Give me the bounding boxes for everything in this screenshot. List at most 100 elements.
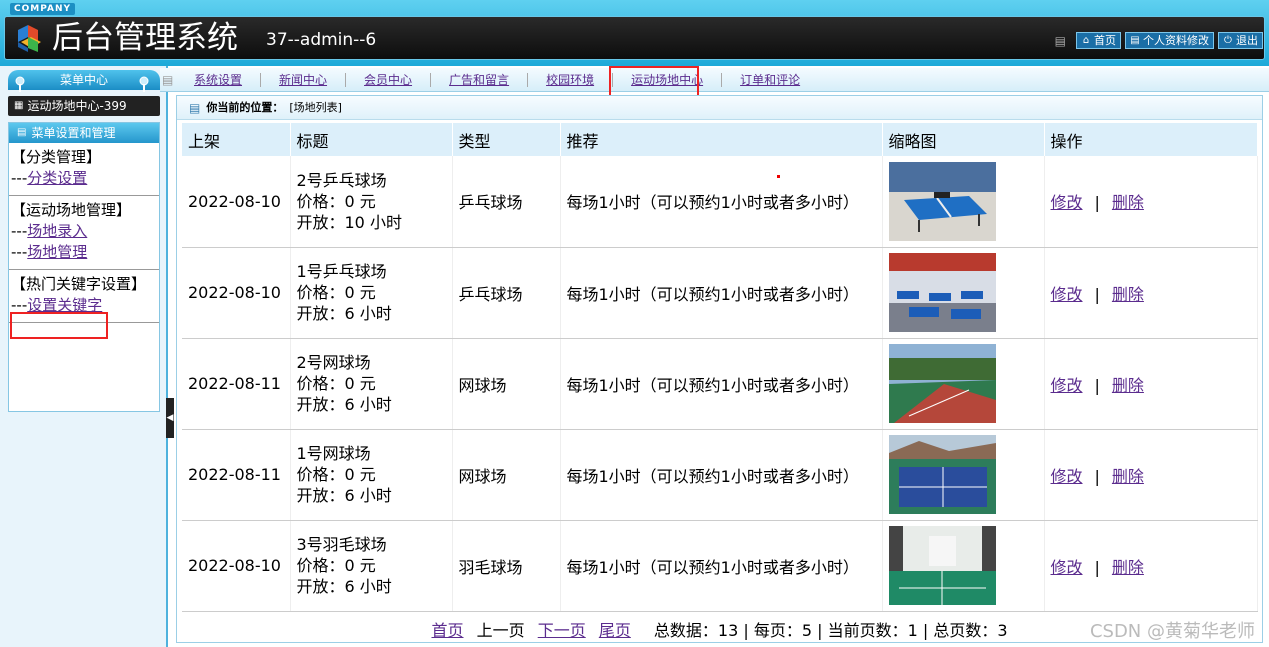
- menu-group-title: 【分类管理】: [11, 148, 102, 166]
- location-prefix: 你当前的位置：: [206, 100, 284, 114]
- row-type: 乒乓球场: [452, 156, 561, 248]
- row-open: 开放：10 小时: [296, 212, 402, 232]
- menu-group-title: 【热门关键字设置】: [11, 275, 147, 293]
- thumbnail-image: [888, 526, 996, 605]
- profile-label: 个人资料修改: [1143, 33, 1209, 47]
- menu-link-prefix: ---: [11, 169, 28, 187]
- venue-table: 上架 标题 类型 推荐 缩略图 操作 2022-08-10 2号乒乓球场 价格：…: [182, 123, 1258, 612]
- nav-members[interactable]: 会员中心: [346, 72, 432, 87]
- row-thumb-cell: [882, 520, 1045, 612]
- delete-link[interactable]: 删除: [1112, 467, 1144, 486]
- home-button[interactable]: ⌂ 首页: [1076, 32, 1121, 49]
- pager-last[interactable]: 尾页: [599, 621, 631, 640]
- row-name: 2号网球场: [296, 353, 371, 372]
- menu-link-venue-manage[interactable]: 场地管理: [27, 243, 87, 261]
- location-icon: ▤: [189, 100, 201, 115]
- pager-next[interactable]: 下一页: [538, 621, 586, 640]
- row-recommend: 每场1小时（可以预约1小时或者多小时）: [560, 520, 883, 612]
- col-header: 标题: [290, 123, 453, 156]
- col-header: 类型: [452, 123, 561, 156]
- logout-button[interactable]: ⏻ 退出: [1218, 32, 1263, 49]
- edit-link[interactable]: 修改: [1051, 193, 1083, 212]
- row-recommend: 每场1小时（可以预约1小时或者多小时）: [560, 338, 883, 430]
- home-label: 首页: [1094, 33, 1116, 47]
- col-header: 缩略图: [882, 123, 1045, 156]
- menu-group-title: 【运动场地管理】: [11, 201, 132, 219]
- row-date: 2022-08-10: [182, 156, 291, 248]
- edit-link[interactable]: 修改: [1051, 558, 1083, 577]
- row-name: 1号乒乓球场: [296, 262, 387, 281]
- menu-box-title: ▤ 菜单设置和管理: [9, 123, 159, 143]
- list-icon: ▤: [17, 127, 27, 138]
- table-row: 2022-08-10 2号乒乓球场 价格：0 元 开放：10 小时 乒乓球场 每…: [182, 156, 1258, 248]
- app-header: COMPANY 后台管理系统 37--admin--6 ▤ ⌂ 首页 ▤ 个人资…: [0, 0, 1269, 66]
- edit-link[interactable]: 修改: [1051, 285, 1083, 304]
- menu-box-title-label: 菜单设置和管理: [31, 126, 116, 140]
- col-header: 推荐: [560, 123, 883, 156]
- row-type: 网球场: [452, 338, 561, 430]
- logo-icon: [18, 25, 41, 52]
- nav-news[interactable]: 新闻中心: [261, 72, 347, 87]
- row-price: 价格：0 元: [296, 374, 376, 393]
- menu-group-venue: 【运动场地管理】 ---场地录入 --- 场地管理: [9, 196, 159, 270]
- action-separator: |: [1094, 557, 1100, 577]
- pager-prev: 上一页: [476, 621, 525, 640]
- row-thumb-cell: [882, 156, 1045, 248]
- row-actions: 修改 | 删除: [1044, 247, 1258, 339]
- top-nav: ▤ 系统设置 新闻中心 会员中心 广告和留言 校园环境 运动场地中心 订单和评论: [160, 68, 1269, 92]
- menu-link-venue-add[interactable]: 场地录入: [27, 222, 87, 240]
- row-date: 2022-08-11: [182, 429, 291, 521]
- col-header: 上架: [182, 123, 291, 156]
- pager-first[interactable]: 首页: [431, 621, 463, 640]
- row-thumb-cell: [882, 338, 1045, 430]
- nav-orders-reviews[interactable]: 订单和评论: [722, 73, 818, 87]
- home-icon: ⌂: [1082, 34, 1090, 46]
- row-price: 价格：0 元: [296, 283, 376, 302]
- row-open: 开放：6 小时: [296, 395, 392, 414]
- breadcrumb: ▤ 你当前的位置： [场地列表]: [177, 96, 1262, 120]
- delete-link[interactable]: 删除: [1112, 558, 1144, 577]
- nav-grip-icon: ▤: [162, 72, 174, 87]
- row-open: 开放：6 小时: [296, 486, 392, 505]
- row-title-cell: 2号网球场 价格：0 元 开放：6 小时: [290, 338, 453, 430]
- row-type: 羽毛球场: [452, 520, 561, 612]
- row-type: 网球场: [452, 429, 561, 521]
- menu-link-category-settings[interactable]: 分类设置: [27, 169, 87, 187]
- row-date: 2022-08-10: [182, 247, 291, 339]
- profile-edit-button[interactable]: ▤ 个人资料修改: [1125, 32, 1214, 49]
- delete-link[interactable]: 删除: [1112, 285, 1144, 304]
- action-separator: |: [1094, 284, 1100, 304]
- row-name: 3号羽毛球场: [296, 535, 387, 554]
- profile-icon: ▤: [1130, 34, 1140, 46]
- logout-label: 退出: [1236, 33, 1258, 47]
- row-actions: 修改 | 删除: [1044, 429, 1258, 521]
- row-price: 价格：0 元: [296, 465, 376, 484]
- nav-ads-messages[interactable]: 广告和留言: [431, 72, 529, 87]
- nav-system-settings[interactable]: 系统设置: [176, 72, 262, 87]
- row-price: 价格：0 元: [296, 191, 376, 211]
- row-thumb-cell: [882, 429, 1045, 521]
- nav-campus[interactable]: 校园环境: [528, 72, 614, 87]
- pin-icon: [15, 76, 25, 92]
- row-type: 乒乓球场: [452, 247, 561, 339]
- location-path: [场地列表]: [289, 100, 342, 114]
- row-open: 开放：6 小时: [296, 304, 392, 323]
- module-selector[interactable]: ▦ 运动场地中心-399: [8, 96, 160, 116]
- col-header: 操作: [1044, 123, 1258, 156]
- edit-link[interactable]: 修改: [1051, 376, 1083, 395]
- sidebar-collapse-handle[interactable]: ◀: [166, 398, 174, 438]
- stray-mark: [777, 175, 780, 178]
- delete-link[interactable]: 删除: [1112, 376, 1144, 395]
- row-date: 2022-08-10: [182, 520, 291, 612]
- row-name: 2号乒乓球场: [296, 170, 387, 190]
- table-row: 2022-08-11 2号网球场 价格：0 元 开放：6 小时 网球场 每场1小…: [182, 338, 1258, 430]
- menu-link-row: ---场地录入: [11, 221, 157, 242]
- table-row: 2022-08-10 3号羽毛球场 价格：0 元 开放：6 小时 羽毛球场 每场…: [182, 520, 1258, 612]
- delete-link[interactable]: 删除: [1112, 193, 1144, 212]
- menu-link-prefix: ---: [11, 222, 28, 240]
- row-recommend: 每场1小时（可以预约1小时或者多小时）: [560, 156, 883, 248]
- sidebar: 菜单中心 ▦ 运动场地中心-399 ▤ 菜单设置和管理 【分类管理】 ---分类…: [0, 66, 168, 647]
- thumbnail-image: [888, 435, 996, 514]
- row-recommend: 每场1小时（可以预约1小时或者多小时）: [560, 429, 883, 521]
- edit-link[interactable]: 修改: [1051, 467, 1083, 486]
